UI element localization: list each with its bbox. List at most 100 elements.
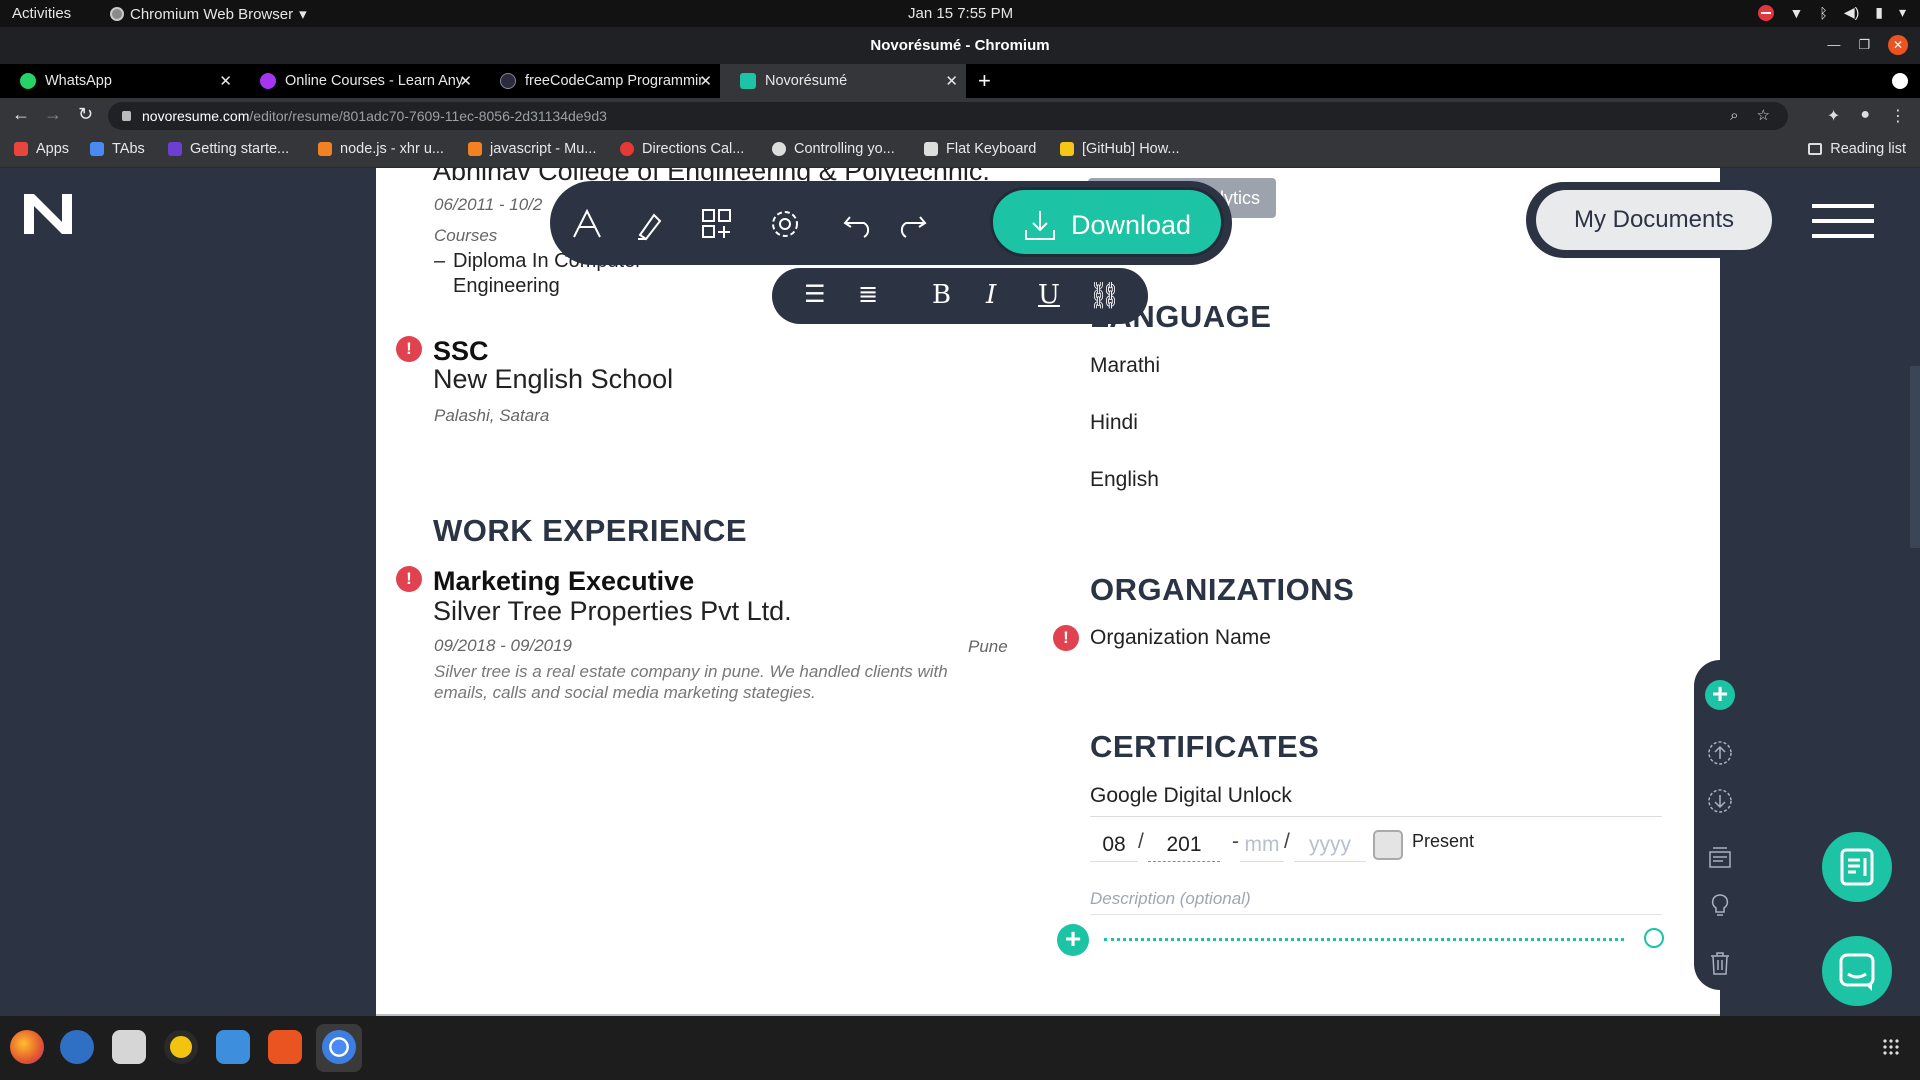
certificates-heading[interactable]: CERTIFICATES xyxy=(1090,729,1319,765)
firefox-icon[interactable] xyxy=(10,1030,44,1064)
job-city[interactable]: Pune xyxy=(968,637,1008,657)
end-year-input[interactable]: yyyy xyxy=(1294,828,1366,862)
add-section-button[interactable]: + xyxy=(1057,924,1089,956)
menu-icon[interactable]: ⋮ xyxy=(1890,106,1906,126)
show-applications-icon[interactable] xyxy=(1882,1038,1900,1056)
tab-freecodecamp[interactable]: freeCodeCamp Programming ✕ xyxy=(480,64,720,98)
profile-icon[interactable]: ● xyxy=(1860,106,1870,126)
volume-icon[interactable]: ◀) xyxy=(1844,4,1859,21)
job-dates[interactable]: 09/2018 - 09/2019 xyxy=(434,636,572,656)
battery-icon[interactable]: ▮ xyxy=(1875,4,1883,21)
bookmark-tabs[interactable]: TAbs xyxy=(90,141,145,157)
move-down-icon[interactable] xyxy=(1707,788,1733,814)
organizations-heading[interactable]: ORGANIZATIONS xyxy=(1090,572,1354,608)
tab-novoresume[interactable]: Novorésumé ✕ xyxy=(720,64,966,98)
zoom-icon[interactable]: ⌕ xyxy=(1730,102,1738,130)
add-item-button[interactable]: + xyxy=(1705,680,1735,710)
align-justify-icon[interactable]: ≣ xyxy=(858,280,878,309)
job-title[interactable]: Marketing Executive xyxy=(433,566,694,597)
drag-handle-icon[interactable] xyxy=(1644,928,1664,948)
chat-support-fab[interactable] xyxy=(1822,936,1892,1006)
course-item-line2[interactable]: Engineering xyxy=(453,275,560,298)
bookmark-flat-keyboard[interactable]: Flat Keyboard xyxy=(924,141,1036,157)
certificate-description-input[interactable]: Description (optional) xyxy=(1090,889,1251,909)
system-tray[interactable]: ▼ ᛒ ◀) ▮ ▾ xyxy=(1757,4,1906,21)
novoresume-logo[interactable] xyxy=(22,192,74,236)
ssc-school[interactable]: New English School xyxy=(433,364,673,395)
download-button[interactable]: Download xyxy=(990,187,1224,257)
font-icon[interactable] xyxy=(570,207,604,241)
present-checkbox[interactable] xyxy=(1373,830,1403,860)
ssc-title[interactable]: SSC xyxy=(433,336,489,367)
job-company[interactable]: Silver Tree Properties Pvt Ltd. xyxy=(433,596,792,627)
libreoffice-writer-icon[interactable] xyxy=(216,1030,250,1064)
language-item[interactable]: Marathi xyxy=(1090,354,1160,378)
color-brush-icon[interactable] xyxy=(634,207,668,241)
certificate-name-input[interactable]: Google Digital Unlock xyxy=(1090,784,1292,808)
tab-udemy[interactable]: Online Courses - Learn Anything ✕ xyxy=(240,64,480,98)
settings-gear-icon[interactable] xyxy=(768,207,802,241)
minimize-icon[interactable]: — xyxy=(1827,35,1840,55)
new-tab-button[interactable]: + xyxy=(978,68,991,94)
start-month-input[interactable]: 08 xyxy=(1090,828,1138,862)
back-button[interactable]: ← xyxy=(12,104,30,125)
software-center-icon[interactable] xyxy=(268,1030,302,1064)
warning-icon[interactable]: ! xyxy=(396,336,422,362)
activities-button[interactable]: Activities xyxy=(12,5,71,22)
url-input[interactable]: novoresume.com/editor/resume/801adc70-76… xyxy=(108,102,1788,130)
restore-icon[interactable]: ❐ xyxy=(1858,35,1870,55)
my-documents-button[interactable]: My Documents xyxy=(1536,190,1772,250)
bookmark-directions[interactable]: Directions Cal... xyxy=(620,141,744,157)
bookmark-javascript[interactable]: javascript - Mu... xyxy=(468,141,596,157)
tab-whatsapp[interactable]: WhatsApp ✕ xyxy=(0,64,240,98)
do-not-disturb-icon[interactable] xyxy=(1757,4,1774,21)
reload-button[interactable]: ↻ xyxy=(78,104,93,125)
extensions-icon[interactable]: ✦ xyxy=(1827,106,1840,126)
bluetooth-icon[interactable]: ᛒ xyxy=(1819,5,1827,21)
tab-search-icon[interactable] xyxy=(1892,73,1908,89)
rhythmbox-icon[interactable] xyxy=(164,1030,198,1064)
bookmark-star-icon[interactable]: ☆ xyxy=(1757,102,1770,130)
close-tab-icon[interactable]: ✕ xyxy=(459,72,472,90)
close-icon[interactable]: ✕ xyxy=(1888,35,1908,55)
link-icon[interactable]: ⛓ xyxy=(1088,280,1121,311)
app-menu[interactable]: Chromium Web Browser ▾ xyxy=(110,5,307,23)
hamburger-menu-icon[interactable] xyxy=(1812,204,1874,249)
chromium-icon[interactable] xyxy=(322,1030,356,1064)
language-item[interactable]: Hindi xyxy=(1090,411,1138,435)
undo-icon[interactable] xyxy=(842,207,876,241)
forward-button[interactable]: → xyxy=(44,104,62,125)
bookmark-apps[interactable]: Apps xyxy=(14,141,69,157)
end-month-input[interactable]: mm xyxy=(1240,828,1284,862)
ssc-location[interactable]: Palashi, Satara xyxy=(434,406,549,426)
language-item[interactable]: English xyxy=(1090,468,1159,492)
lock-icon[interactable] xyxy=(122,111,131,121)
trash-icon[interactable] xyxy=(1707,950,1733,976)
redo-icon[interactable] xyxy=(894,207,928,241)
align-left-icon[interactable]: ☰ xyxy=(804,280,826,309)
bookmark-controlling[interactable]: Controlling yo... xyxy=(772,141,895,157)
italic-icon[interactable]: I xyxy=(986,280,996,310)
work-heading[interactable]: WORK EXPERIENCE xyxy=(433,513,747,549)
start-year-input[interactable]: 201 xyxy=(1148,828,1220,862)
thunderbird-icon[interactable] xyxy=(60,1030,94,1064)
bold-icon[interactable]: B xyxy=(932,280,951,310)
education-dates[interactable]: 06/2011 - 10/2 xyxy=(434,195,542,215)
bookmark-nodejs[interactable]: node.js - xhr u... xyxy=(318,141,444,157)
clock[interactable]: Jan 15 7:55 PM xyxy=(908,5,1013,22)
close-tab-icon[interactable]: ✕ xyxy=(219,72,232,90)
lightbulb-icon[interactable] xyxy=(1707,892,1733,918)
scrollbar-thumb[interactable] xyxy=(1910,366,1920,548)
chevron-down-icon[interactable]: ▾ xyxy=(1899,4,1906,21)
layout-icon[interactable] xyxy=(700,207,734,241)
section-layout-icon[interactable] xyxy=(1707,844,1733,870)
warning-icon[interactable]: ! xyxy=(396,566,422,592)
close-tab-icon[interactable]: ✕ xyxy=(699,72,712,90)
reading-list-button[interactable]: Reading list xyxy=(1808,141,1906,157)
move-up-icon[interactable] xyxy=(1707,740,1733,766)
warning-icon[interactable]: ! xyxy=(1053,625,1079,651)
bookmark-github[interactable]: [GitHub] How... xyxy=(1060,141,1180,157)
job-description[interactable]: Silver tree is a real estate company in … xyxy=(434,661,994,703)
bookmark-getting-started[interactable]: Getting starte... xyxy=(168,141,289,157)
organization-name[interactable]: Organization Name xyxy=(1090,626,1271,650)
